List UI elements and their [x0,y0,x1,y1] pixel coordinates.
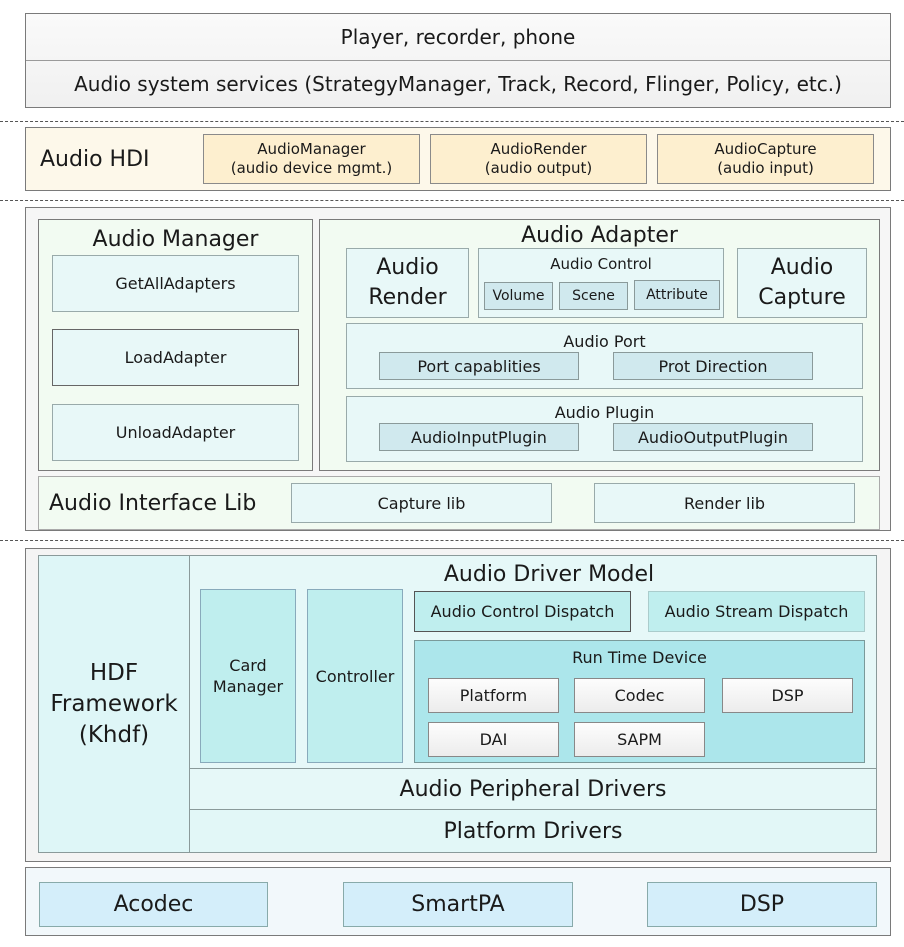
audio-render-box: Audio Render [346,248,469,318]
audio-port-title: Audio Port [563,331,646,351]
audio-control-title: Audio Control [550,255,652,273]
run-time-device-title: Run Time Device [572,647,707,667]
card-manager-line: Card [229,656,267,675]
audio-peripheral-drivers: Audio Peripheral Drivers [190,768,876,810]
apps-row: Player, recorder, phone [26,14,890,61]
audio-input-plugin-box: AudioInputPlugin [379,423,579,451]
hdi-box-desc: (audio input) [717,159,814,177]
audio-control-box: Audio Control Volume Scene Attribute [478,248,724,318]
layer-divider [0,200,904,201]
audio-control-dispatch-box: Audio Control Dispatch [414,591,631,632]
layer-divider [0,540,904,541]
volume-box: Volume [484,282,553,310]
smartpa-box: SmartPA [343,882,573,927]
controller-box: Controller [307,589,403,763]
hdi-box-name: AudioCapture [714,140,817,158]
hdf-line: Framework [50,690,178,717]
hdi-box-name: AudioRender [490,140,587,158]
get-all-adapters: GetAllAdapters [52,255,299,312]
hdi-audio-capture: AudioCapture (audio input) [657,134,874,184]
audio-stream-dispatch-box: Audio Stream Dispatch [648,591,865,632]
codec-box: Codec [574,678,705,713]
run-time-device-box: Run Time Device Platform Codec DSP DAI S… [414,640,865,763]
platform-box: Platform [428,678,559,713]
audio-plugin-title: Audio Plugin [554,402,655,422]
hdi-audio-render: AudioRender (audio output) [430,134,647,184]
audio-adapter-block: Audio Adapter Audio Render Audio Control… [319,219,880,471]
hdi-audio-manager: AudioManager (audio device mgmt.) [203,134,420,184]
hdi-box-desc: (audio output) [484,159,593,177]
load-adapter: LoadAdapter [52,329,299,386]
audio-plugin-box: Audio Plugin AudioInputPlugin AudioOutpu… [346,396,863,462]
audio-hdi-title: Audio HDI [40,146,150,172]
audio-port-box: Audio Port Port capablities Prot Directi… [346,323,863,389]
unload-adapter: UnloadAdapter [52,404,299,461]
acodec-box: Acodec [39,882,268,927]
hdi-implementation-layer: Audio Manager GetAllAdapters LoadAdapter… [25,207,891,531]
audio-interface-lib-block: Audio Interface Lib Capture lib Render l… [38,476,880,530]
hardware-layer: Acodec SmartPA DSP [25,867,891,936]
port-direction-box: Prot Direction [613,352,813,380]
dsp-box: DSP [722,678,853,713]
hdf-framework-block: HDF Framework (Khdf) [39,556,190,852]
platform-drivers: Platform Drivers [190,810,876,852]
dai-box: DAI [428,722,559,757]
attribute-box: Attribute [634,280,720,310]
hdi-box-desc: (audio device mgmt.) [230,159,393,177]
driver-layer: HDF Framework (Khdf) Audio Driver Model … [25,548,891,862]
layer-divider [0,121,904,122]
audio-driver-model-title: Audio Driver Model [443,561,655,587]
audio-output-plugin-box: AudioOutputPlugin [613,423,813,451]
card-manager-line: Manager [212,677,284,696]
render-lib-box: Render lib [594,483,855,523]
audio-manager-title: Audio Manager [92,226,259,252]
system-services-row: Audio system services (StrategyManager, … [74,72,842,96]
audio-adapter-title: Audio Adapter [521,222,678,248]
port-capabilities-box: Port capablities [379,352,579,380]
sapm-box: SAPM [574,722,705,757]
hdf-line: HDF [89,659,139,686]
hdi-box-name: AudioManager [257,140,366,158]
card-manager-box: Card Manager [200,589,296,763]
capture-lib-box: Capture lib [291,483,552,523]
application-layer: Player, recorder, phone Audio system ser… [25,13,891,108]
hdf-line: (Khdf) [78,721,150,748]
scene-box: Scene [559,282,628,310]
audio-interface-lib-title: Audio Interface Lib [49,490,257,516]
driver-container: HDF Framework (Khdf) Audio Driver Model … [38,555,877,853]
hardware-dsp-box: DSP [647,882,877,927]
audio-manager-block: Audio Manager GetAllAdapters LoadAdapter… [38,219,313,471]
audio-capture-box: Audio Capture [737,248,867,318]
audio-hdi-layer: Audio HDI AudioManager (audio device mgm… [25,127,891,191]
